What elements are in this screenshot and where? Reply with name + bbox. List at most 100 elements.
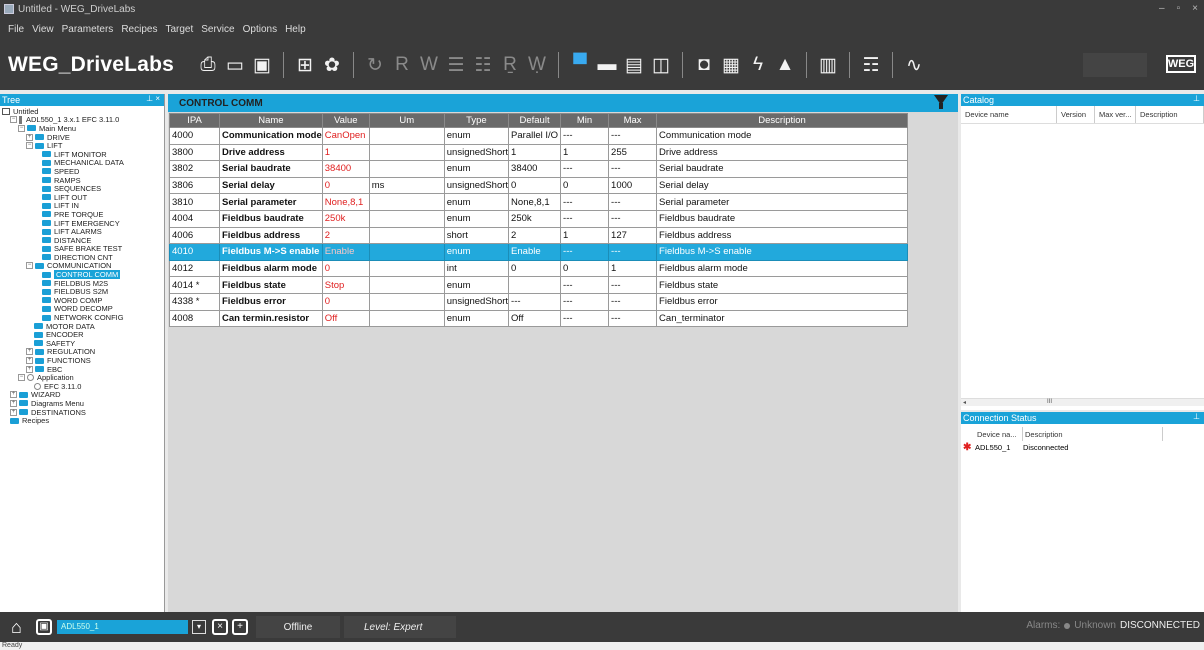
save-icon[interactable]: ▣: [250, 53, 274, 77]
tree-item[interactable]: − LIFT: [0, 141, 164, 150]
menu-help[interactable]: Help: [285, 24, 306, 35]
read-all-icon[interactable]: Ṟ: [498, 53, 522, 77]
connection-row[interactable]: ✱ ADL550_1 Disconnected: [961, 441, 1204, 453]
cell-value[interactable]: 0: [321, 176, 370, 195]
reset-icon[interactable]: ▥: [816, 53, 840, 77]
menu-parameters[interactable]: Parameters: [62, 24, 114, 35]
catalog-col-description[interactable]: Description: [1136, 106, 1204, 123]
collapse-icon[interactable]: −: [18, 124, 25, 132]
tree-item[interactable]: RAMPS: [0, 176, 164, 185]
table-row[interactable]: 4010 Fieldbus M->S enable Enable enum Enable…: [169, 243, 909, 261]
catalog-col-version[interactable]: Version: [1057, 106, 1095, 123]
table-row[interactable]: 4008 Can termin.resistor Off enum Off --- --- C…: [169, 309, 909, 328]
lightning-icon[interactable]: ϟ: [746, 53, 770, 77]
graph-panel-icon[interactable]: ◫: [649, 53, 673, 77]
tree-item[interactable]: − Application: [0, 373, 164, 382]
tree-item[interactable]: FIELDBUS M2S: [0, 279, 164, 288]
toolbar-search-box[interactable]: [1083, 53, 1147, 77]
expand-icon[interactable]: +: [26, 357, 33, 365]
tree-item[interactable]: LIFT MONITOR: [0, 150, 164, 159]
expand-icon[interactable]: +: [26, 133, 33, 141]
cell-value[interactable]: 38400: [321, 160, 370, 178]
tree-item[interactable]: MOTOR DATA: [0, 322, 164, 331]
catalog-horizontal-scrollbar[interactable]: ◂ III: [961, 398, 1204, 406]
scroll-left-icon[interactable]: ◂: [963, 399, 966, 406]
pin-close-icon[interactable]: ⊥ ×: [146, 94, 160, 103]
tree-item[interactable]: DISTANCE: [0, 236, 164, 245]
catalog-col-max-version[interactable]: Max ver...: [1095, 106, 1136, 123]
menu-recipes[interactable]: Recipes: [121, 24, 157, 35]
tree-item[interactable]: SEQUENCES: [0, 184, 164, 193]
tree-item[interactable]: + WIZARD: [0, 390, 164, 399]
device-icon[interactable]: ▣: [36, 619, 52, 635]
table-row[interactable]: 3802 Serial baudrate 38400 enum 38400 --- --- S…: [169, 160, 909, 178]
chip-icon[interactable]: ▦: [719, 53, 743, 77]
cell-value[interactable]: Stop: [321, 276, 370, 294]
tree-item[interactable]: LIFT EMERGENCY: [0, 219, 164, 228]
menu-view[interactable]: View: [32, 24, 54, 35]
menu-target[interactable]: Target: [165, 24, 193, 35]
close-button[interactable]: ×: [1192, 3, 1198, 14]
collapse-icon[interactable]: −: [10, 116, 17, 124]
chevron-down-icon[interactable]: ▾: [192, 620, 206, 634]
tree-item[interactable]: WORD COMP: [0, 296, 164, 305]
table-row[interactable]: 3810 Serial parameter None,8,1 enum None,8,1…: [169, 193, 909, 211]
cell-value[interactable]: 250k: [321, 209, 370, 228]
table-row[interactable]: 4014 * Fieldbus state Stop enum --- --- Fieldb…: [169, 276, 909, 294]
cell-value[interactable]: 0: [321, 259, 370, 278]
tree-item[interactable]: + REGULATION: [0, 347, 164, 356]
table-row[interactable]: 3806 Serial delay 0 ms unsignedShort 0 0 1000 Se…: [169, 176, 909, 195]
tree-item[interactable]: WORD DECOMP: [0, 304, 164, 313]
cell-value[interactable]: 2: [321, 226, 370, 245]
tree-item[interactable]: ENCODER: [0, 330, 164, 339]
tree-item[interactable]: LIFT OUT: [0, 193, 164, 202]
column-header[interactable]: Um: [368, 113, 445, 128]
menu-file[interactable]: File: [8, 24, 24, 35]
table-row[interactable]: 4012 Fieldbus alarm mode 0 int 0 0 1 Fieldbus a…: [169, 259, 909, 278]
expand-icon[interactable]: +: [26, 365, 33, 373]
refresh-icon[interactable]: ↻: [363, 53, 387, 77]
tree-item[interactable]: + DESTINATIONS: [0, 408, 164, 417]
tree-item[interactable]: + Diagrams Menu: [0, 399, 164, 408]
monitor-view-icon[interactable]: ▀: [568, 53, 592, 77]
column-header[interactable]: Value: [321, 113, 370, 128]
column-header[interactable]: Description: [656, 113, 909, 128]
tree-item[interactable]: − COMMUNICATION: [0, 261, 164, 270]
tree-item[interactable]: DIRECTION CNT: [0, 253, 164, 262]
tree-item[interactable]: + DRIVE: [0, 133, 164, 142]
new-project-icon[interactable]: ⎙: [196, 53, 220, 77]
tree-item[interactable]: + FUNCTIONS: [0, 356, 164, 365]
table-row[interactable]: 4004 Fieldbus baudrate 250k enum 250k --- --- F…: [169, 209, 909, 228]
warning-icon[interactable]: ▲: [773, 53, 797, 77]
catalog-col-device-name[interactable]: Device name: [961, 106, 1057, 123]
expand-icon[interactable]: +: [10, 391, 17, 399]
column-header[interactable]: IPA: [169, 113, 220, 128]
scroll-thumb-grip[interactable]: III: [1047, 399, 1052, 405]
chart-panel-icon[interactable]: ▤: [622, 53, 646, 77]
device-selector[interactable]: ADL550_1: [57, 620, 188, 634]
column-header[interactable]: Type: [443, 113, 510, 128]
cell-value[interactable]: 1: [321, 143, 370, 162]
write-list-icon[interactable]: ☷: [471, 53, 495, 77]
table-row[interactable]: 4338 * Fieldbus error 0 unsignedShort --- ---…: [169, 292, 909, 311]
gear-icon[interactable]: ✿: [320, 53, 344, 77]
tree-item[interactable]: − Main Menu: [0, 124, 164, 133]
maximize-button[interactable]: ▫: [1177, 3, 1181, 14]
expand-icon[interactable]: +: [10, 399, 17, 407]
tree-item[interactable]: NETWORK CONFIG: [0, 313, 164, 322]
read-list-icon[interactable]: ☰: [444, 53, 468, 77]
tree-item[interactable]: SPEED: [0, 167, 164, 176]
expand-icon[interactable]: +: [10, 408, 17, 416]
tree-item[interactable]: SAFE BRAKE TEST: [0, 244, 164, 253]
open-folder-icon[interactable]: ▭: [223, 53, 247, 77]
cell-value[interactable]: None,8,1: [321, 193, 370, 211]
tree-item[interactable]: FIELDBUS S2M: [0, 287, 164, 296]
tree-item[interactable]: + EBC: [0, 365, 164, 374]
tree-item[interactable]: LIFT ALARMS: [0, 227, 164, 236]
tree-item[interactable]: CONTROL COMM: [0, 270, 164, 280]
filter-icon[interactable]: [934, 95, 948, 109]
collapse-icon[interactable]: −: [26, 142, 33, 150]
oscilloscope-icon[interactable]: ∿: [902, 53, 926, 77]
cell-value[interactable]: Off: [321, 309, 370, 328]
tree-item[interactable]: SAFETY: [0, 339, 164, 348]
